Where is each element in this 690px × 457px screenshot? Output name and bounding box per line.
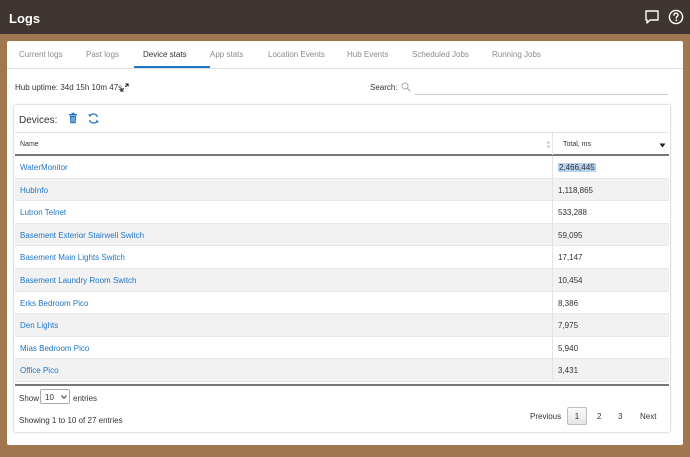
search-label: Search: bbox=[370, 83, 398, 92]
devices-card: Devices: Name Total, ms WaterMonitor 2,4… bbox=[14, 105, 670, 432]
tab-bar: Current logs Past logs Device stats App … bbox=[7, 41, 683, 69]
device-name-link[interactable]: Mias Bedroom Pico bbox=[20, 344, 89, 353]
sort-icon[interactable] bbox=[546, 140, 551, 149]
table-row[interactable]: Mias Bedroom Pico 5,940 bbox=[15, 336, 669, 360]
help-icon[interactable] bbox=[668, 9, 684, 25]
trash-icon[interactable] bbox=[67, 112, 79, 124]
pagination-next[interactable]: Next bbox=[640, 412, 656, 421]
table-row[interactable]: Den Lights 7,975 bbox=[15, 314, 669, 337]
pagination-page-3[interactable]: 3 bbox=[618, 412, 622, 421]
refresh-icon[interactable] bbox=[87, 112, 100, 125]
table-row[interactable]: WaterMonitor 2,466,445 bbox=[15, 156, 669, 179]
table-row[interactable]: HubInfo 1,118,865 bbox=[15, 178, 669, 202]
device-total: 8,386 bbox=[558, 298, 579, 308]
chat-icon[interactable] bbox=[644, 9, 660, 25]
cell-divider bbox=[552, 291, 553, 314]
table-row[interactable]: Erks Bedroom Pico 8,386 bbox=[15, 291, 669, 315]
page-title: Logs bbox=[9, 11, 41, 26]
pagination-page-1[interactable]: 1 bbox=[567, 407, 587, 425]
device-name-link[interactable]: Office Pico bbox=[20, 366, 59, 375]
top-bar: Logs bbox=[0, 0, 690, 34]
pagination-page-2[interactable]: 2 bbox=[597, 412, 601, 421]
device-name-link[interactable]: Basement Main Lights Switch bbox=[20, 253, 125, 262]
sort-desc-icon[interactable] bbox=[659, 143, 666, 148]
tab-running-jobs[interactable]: Running Jobs bbox=[492, 50, 541, 59]
device-total: 17,147 bbox=[558, 253, 583, 263]
device-total: 59,095 bbox=[558, 230, 583, 240]
table-row[interactable]: Basement Laundry Room Switch 10,454 bbox=[15, 269, 669, 292]
table-row[interactable]: Basement Exterior Stairwell Switch 59,09… bbox=[15, 223, 669, 247]
device-total: 533,288 bbox=[558, 208, 587, 218]
device-name-link[interactable]: WaterMonitor bbox=[20, 163, 68, 172]
column-header-total[interactable]: Total, ms bbox=[563, 141, 591, 148]
device-name-link[interactable]: Basement Exterior Stairwell Switch bbox=[20, 231, 144, 240]
column-divider bbox=[552, 133, 553, 155]
column-header-name[interactable]: Name bbox=[20, 141, 39, 148]
device-total: 3,431 bbox=[558, 366, 579, 376]
logs-panel: Current logs Past logs Device stats App … bbox=[7, 41, 683, 445]
showing-entries-info: Showing 1 to 10 of 27 entries bbox=[19, 416, 123, 425]
tab-app-stats[interactable]: App stats bbox=[210, 50, 243, 59]
devices-label: Devices: bbox=[19, 115, 58, 126]
search-input[interactable] bbox=[414, 79, 668, 95]
device-name-link[interactable]: Erks Bedroom Pico bbox=[20, 299, 88, 308]
tab-current-logs[interactable]: Current logs bbox=[19, 50, 63, 59]
chevron-down-icon bbox=[61, 395, 67, 399]
device-total: 2,466,445 bbox=[558, 163, 596, 172]
device-name-link[interactable]: Den Lights bbox=[20, 321, 58, 330]
cell-divider bbox=[552, 156, 553, 178]
cell-divider bbox=[552, 246, 553, 269]
cell-divider bbox=[552, 201, 553, 224]
device-total: 5,940 bbox=[558, 343, 579, 353]
hub-uptime: Hub uptime: 34d 15h 10m 47s bbox=[15, 83, 123, 92]
device-total: 10,454 bbox=[558, 276, 583, 285]
tab-device-stats[interactable]: Device stats bbox=[143, 50, 187, 59]
table-row[interactable]: Office Pico 3,431 bbox=[15, 359, 669, 382]
device-name-link[interactable]: HubInfo bbox=[20, 186, 48, 195]
cell-divider bbox=[552, 223, 553, 246]
cell-divider bbox=[552, 178, 553, 201]
cell-divider bbox=[552, 269, 553, 291]
cell-divider bbox=[552, 359, 553, 382]
device-total: 7,975 bbox=[558, 321, 579, 331]
device-name-link[interactable]: Basement Laundry Room Switch bbox=[20, 276, 137, 285]
tab-scheduled-jobs[interactable]: Scheduled Jobs bbox=[412, 50, 469, 59]
search-icon bbox=[401, 82, 411, 92]
entries-label: entries bbox=[73, 394, 98, 403]
expand-icon[interactable] bbox=[120, 83, 129, 92]
device-name-link[interactable]: Lutron Telnet bbox=[20, 208, 66, 217]
table-row[interactable]: Basement Main Lights Switch 17,147 bbox=[15, 246, 669, 269]
table-header: Name Total, ms bbox=[15, 132, 669, 156]
pagination-previous[interactable]: Previous bbox=[530, 412, 561, 421]
table-row[interactable]: Lutron Telnet 533,288 bbox=[15, 201, 669, 224]
cell-divider bbox=[552, 314, 553, 337]
tab-location-events[interactable]: Location Events bbox=[268, 50, 325, 59]
tab-hub-events[interactable]: Hub Events bbox=[347, 50, 388, 59]
active-tab-indicator bbox=[134, 66, 210, 68]
show-label: Show bbox=[19, 394, 40, 403]
cell-divider bbox=[552, 336, 553, 359]
tab-past-logs[interactable]: Past logs bbox=[86, 50, 119, 59]
table-bottom-border bbox=[15, 384, 669, 386]
device-total: 1,118,865 bbox=[558, 185, 593, 195]
